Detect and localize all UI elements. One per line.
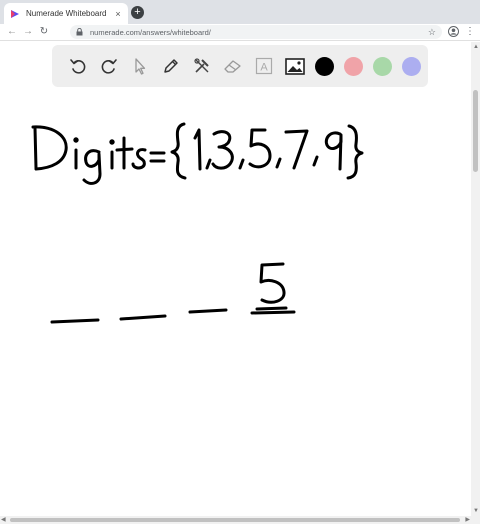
forward-icon[interactable]: → [22,25,34,39]
vertical-scrollbar[interactable]: ▲ ▼ [471,42,480,516]
handwriting-layer [31,122,364,324]
scroll-right-icon[interactable]: ▶ [465,516,470,523]
handwritten-blanks [50,262,296,324]
browser-menu-icon[interactable]: ⋮ [465,26,475,37]
new-tab-button[interactable]: + [131,6,144,19]
account-icon[interactable] [448,26,459,40]
back-icon[interactable]: ← [6,25,18,39]
browser-tab-strip: Numerade Whiteboard × + [0,0,480,24]
vertical-scroll-thumb[interactable] [473,90,478,172]
url-text: numerade.com/answers/whiteboard/ [90,27,211,37]
reload-icon[interactable]: ↻ [38,25,50,39]
whiteboard-canvas[interactable]: A [0,42,471,516]
numerade-favicon-icon [10,9,20,19]
bookmark-star-icon[interactable]: ☆ [428,27,436,38]
lock-icon [76,28,84,36]
tab-title: Numerade Whiteboard [26,9,107,18]
browser-toolbar: ← → ↻ numerade.com/answers/whiteboard/ ☆… [0,24,480,41]
scroll-down-icon[interactable]: ▼ [473,508,479,514]
browser-tab[interactable]: Numerade Whiteboard × [4,3,128,24]
horizontal-scroll-thumb[interactable] [10,518,460,522]
horizontal-scrollbar[interactable]: ◀ ▶ [0,516,480,524]
handwritten-digits-set [31,122,364,185]
tab-close-icon[interactable]: × [112,9,124,19]
scroll-up-icon[interactable]: ▲ [473,44,479,50]
scroll-left-icon[interactable]: ◀ [1,516,6,523]
address-bar[interactable]: numerade.com/answers/whiteboard/ ☆ [70,25,442,39]
